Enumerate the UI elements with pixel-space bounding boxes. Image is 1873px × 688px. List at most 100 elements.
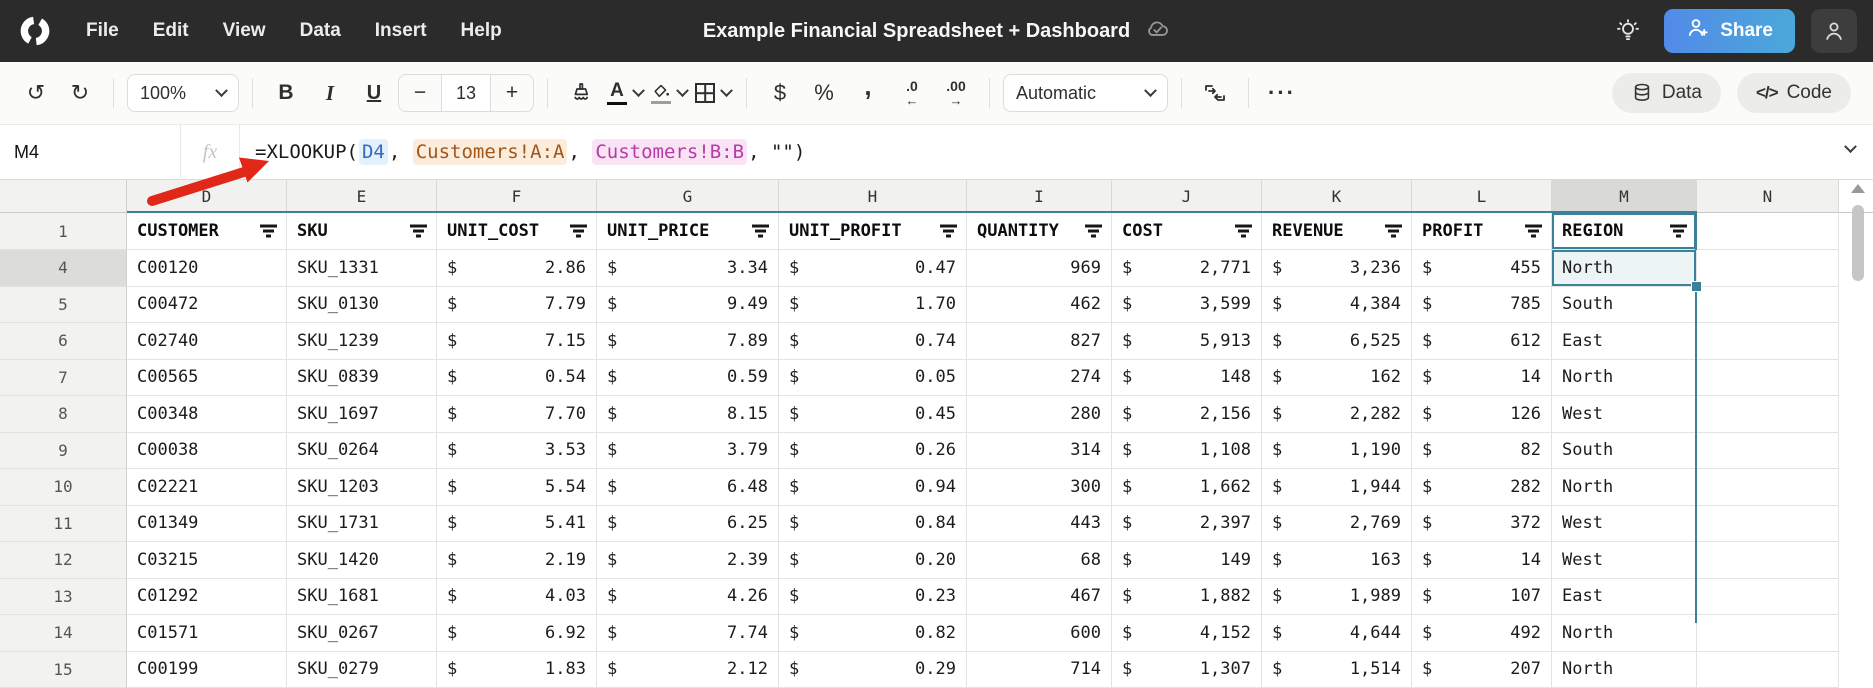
scroll-up-arrow-icon[interactable] — [1851, 184, 1865, 193]
cell[interactable]: $1,307 — [1112, 651, 1262, 688]
bold-button[interactable]: B — [266, 73, 306, 113]
filter-icon[interactable] — [1385, 224, 1402, 238]
cell[interactable]: $1,662 — [1112, 469, 1262, 506]
header-cell-customer[interactable]: CUSTOMER — [127, 213, 287, 250]
cell[interactable]: C02740 — [127, 323, 287, 360]
cell[interactable]: $7.79 — [437, 286, 597, 323]
menu-item-data[interactable]: Data — [286, 12, 355, 50]
cell[interactable]: $3,599 — [1112, 286, 1262, 323]
cell[interactable]: $4,384 — [1262, 286, 1412, 323]
cell[interactable]: 314 — [967, 432, 1112, 469]
menu-item-view[interactable]: View — [209, 12, 280, 50]
cell[interactable]: SKU_1203 — [287, 469, 437, 506]
underline-button[interactable]: U — [354, 73, 394, 113]
cell[interactable]: East — [1552, 323, 1697, 360]
cell[interactable]: $5.41 — [437, 505, 597, 542]
cell[interactable]: $6,525 — [1262, 323, 1412, 360]
cell[interactable]: $1.83 — [437, 651, 597, 688]
cell[interactable]: SKU_0839 — [287, 359, 437, 396]
cell[interactable]: $6.25 — [597, 505, 779, 542]
cell-empty[interactable] — [1697, 359, 1839, 396]
code-panel-button[interactable]: </> Code — [1736, 73, 1851, 113]
font-size-value[interactable]: 13 — [441, 75, 491, 111]
selected-cell-M4[interactable]: North — [1552, 250, 1702, 292]
cell[interactable]: SKU_1697 — [287, 396, 437, 433]
column-header-F[interactable]: F — [437, 180, 597, 212]
column-header-K[interactable]: K — [1262, 180, 1412, 212]
cell[interactable]: $0.23 — [779, 578, 967, 615]
header-cell-sku[interactable]: SKU — [287, 213, 437, 250]
cell[interactable]: $612 — [1412, 323, 1552, 360]
filter-icon[interactable] — [752, 224, 769, 238]
cell[interactable]: $5.54 — [437, 469, 597, 506]
row-number-11[interactable]: 11 — [0, 505, 127, 542]
cell-empty[interactable] — [1697, 578, 1839, 615]
cell[interactable]: C02221 — [127, 469, 287, 506]
cell[interactable]: West — [1552, 505, 1697, 542]
cell[interactable]: North — [1552, 469, 1697, 506]
cell[interactable]: 714 — [967, 651, 1112, 688]
cell[interactable]: $126 — [1412, 396, 1552, 433]
cell[interactable]: $1.70 — [779, 286, 967, 323]
cell[interactable]: 462 — [967, 286, 1112, 323]
cell[interactable]: North — [1552, 615, 1697, 652]
cell[interactable]: C00120 — [127, 250, 287, 287]
column-header-M[interactable]: M — [1552, 180, 1697, 212]
cell[interactable]: C01292 — [127, 578, 287, 615]
cell[interactable]: 467 — [967, 578, 1112, 615]
cell[interactable]: $1,882 — [1112, 578, 1262, 615]
cell[interactable]: $0.20 — [779, 542, 967, 579]
cell[interactable]: $785 — [1412, 286, 1552, 323]
data-panel-button[interactable]: Data — [1611, 73, 1721, 113]
cell[interactable]: SKU_1420 — [287, 542, 437, 579]
cell[interactable]: $1,108 — [1112, 432, 1262, 469]
row-number-9[interactable]: 9 — [0, 432, 127, 469]
filter-icon[interactable] — [1525, 224, 1542, 238]
selection-handle[interactable] — [1691, 280, 1702, 292]
cell[interactable]: SKU_0130 — [287, 286, 437, 323]
cell[interactable]: $163 — [1262, 542, 1412, 579]
cell[interactable]: West — [1552, 542, 1697, 579]
cell[interactable]: $492 — [1412, 615, 1552, 652]
cell[interactable]: $0.84 — [779, 505, 967, 542]
cell[interactable]: 274 — [967, 359, 1112, 396]
currency-format-button[interactable]: $ — [760, 73, 800, 113]
cell[interactable]: 443 — [967, 505, 1112, 542]
row-number-10[interactable]: 10 — [0, 469, 127, 506]
text-overflow-button[interactable] — [1195, 73, 1235, 113]
formula-input[interactable]: =XLOOKUP(D4, Customers!A:A, Customers!B:… — [254, 139, 806, 165]
cell-empty[interactable] — [1697, 323, 1839, 360]
cell[interactable]: $1,944 — [1262, 469, 1412, 506]
cell[interactable]: $6.48 — [597, 469, 779, 506]
share-button[interactable]: Share — [1664, 9, 1795, 53]
italic-button[interactable]: I — [310, 73, 350, 113]
theme-lightbulb-icon[interactable] — [1608, 11, 1648, 51]
cell[interactable]: South — [1552, 432, 1697, 469]
cell[interactable]: $6.92 — [437, 615, 597, 652]
font-size-decrease-button[interactable]: − — [399, 75, 441, 111]
cell[interactable]: SKU_0264 — [287, 432, 437, 469]
cell[interactable]: $207 — [1412, 651, 1552, 688]
cell[interactable]: 68 — [967, 542, 1112, 579]
cell[interactable]: $7.70 — [437, 396, 597, 433]
cell[interactable]: $0.59 — [597, 359, 779, 396]
column-header-N[interactable]: N — [1697, 180, 1839, 212]
cell-empty[interactable] — [1697, 250, 1839, 287]
header-cell-unit_price[interactable]: UNIT_PRICE — [597, 213, 779, 250]
cell[interactable]: $4,644 — [1262, 615, 1412, 652]
decrease-decimals-button[interactable]: .0 ← — [892, 73, 932, 113]
column-header-I[interactable]: I — [967, 180, 1112, 212]
cell[interactable]: $2,769 — [1262, 505, 1412, 542]
cell[interactable]: $14 — [1412, 542, 1552, 579]
cell[interactable]: $82 — [1412, 432, 1552, 469]
cell[interactable]: $0.54 — [437, 359, 597, 396]
cell[interactable]: C00038 — [127, 432, 287, 469]
cell[interactable]: C03215 — [127, 542, 287, 579]
cell[interactable]: $9.49 — [597, 286, 779, 323]
number-format-dropdown[interactable]: Automatic — [1003, 74, 1168, 112]
cell-empty[interactable] — [1697, 651, 1839, 688]
cell[interactable]: $3.79 — [597, 432, 779, 469]
cell-empty[interactable] — [1697, 286, 1839, 323]
cell[interactable]: $5,913 — [1112, 323, 1262, 360]
cell[interactable]: South — [1552, 286, 1697, 323]
